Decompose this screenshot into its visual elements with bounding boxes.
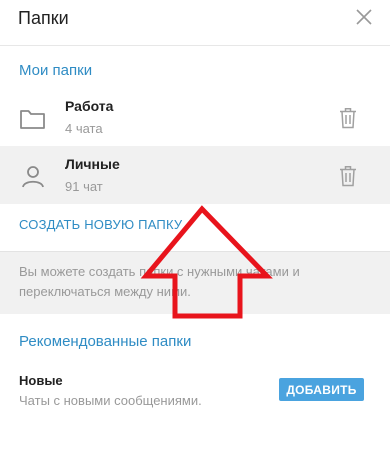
close-icon[interactable] <box>356 9 372 25</box>
folder-name: Личные <box>65 156 120 172</box>
trash-icon[interactable] <box>339 165 357 187</box>
folder-row-personal[interactable]: Личные 91 чат <box>0 146 390 204</box>
folder-name: Работа <box>65 98 114 114</box>
add-folder-button[interactable]: ДОБАВИТЬ <box>279 378 364 401</box>
recommended-folder-name: Новые <box>19 373 63 388</box>
my-folders-title: Мои папки <box>19 62 93 79</box>
dialog-header: Папки <box>0 0 390 46</box>
recommended-folder-description: Чаты с новыми сообщениями. <box>19 393 202 408</box>
create-folder-link[interactable]: СОЗДАТЬ НОВУЮ ПАПКУ <box>19 217 182 232</box>
folder-chat-count: 91 чат <box>65 179 103 194</box>
folder-row-work[interactable]: Работа 4 чата <box>0 88 390 146</box>
trash-icon[interactable] <box>339 107 357 129</box>
folder-chat-count: 4 чата <box>65 121 103 136</box>
dialog-title: Папки <box>18 8 69 28</box>
info-box: Вы можете создать папки с нужными чатами… <box>0 251 390 314</box>
folder-icon <box>20 110 45 129</box>
person-icon <box>22 166 44 188</box>
info-text: Вы можете создать папки с нужными чатами… <box>19 264 300 299</box>
recommended-folders-title: Рекомендованные папки <box>19 333 192 350</box>
